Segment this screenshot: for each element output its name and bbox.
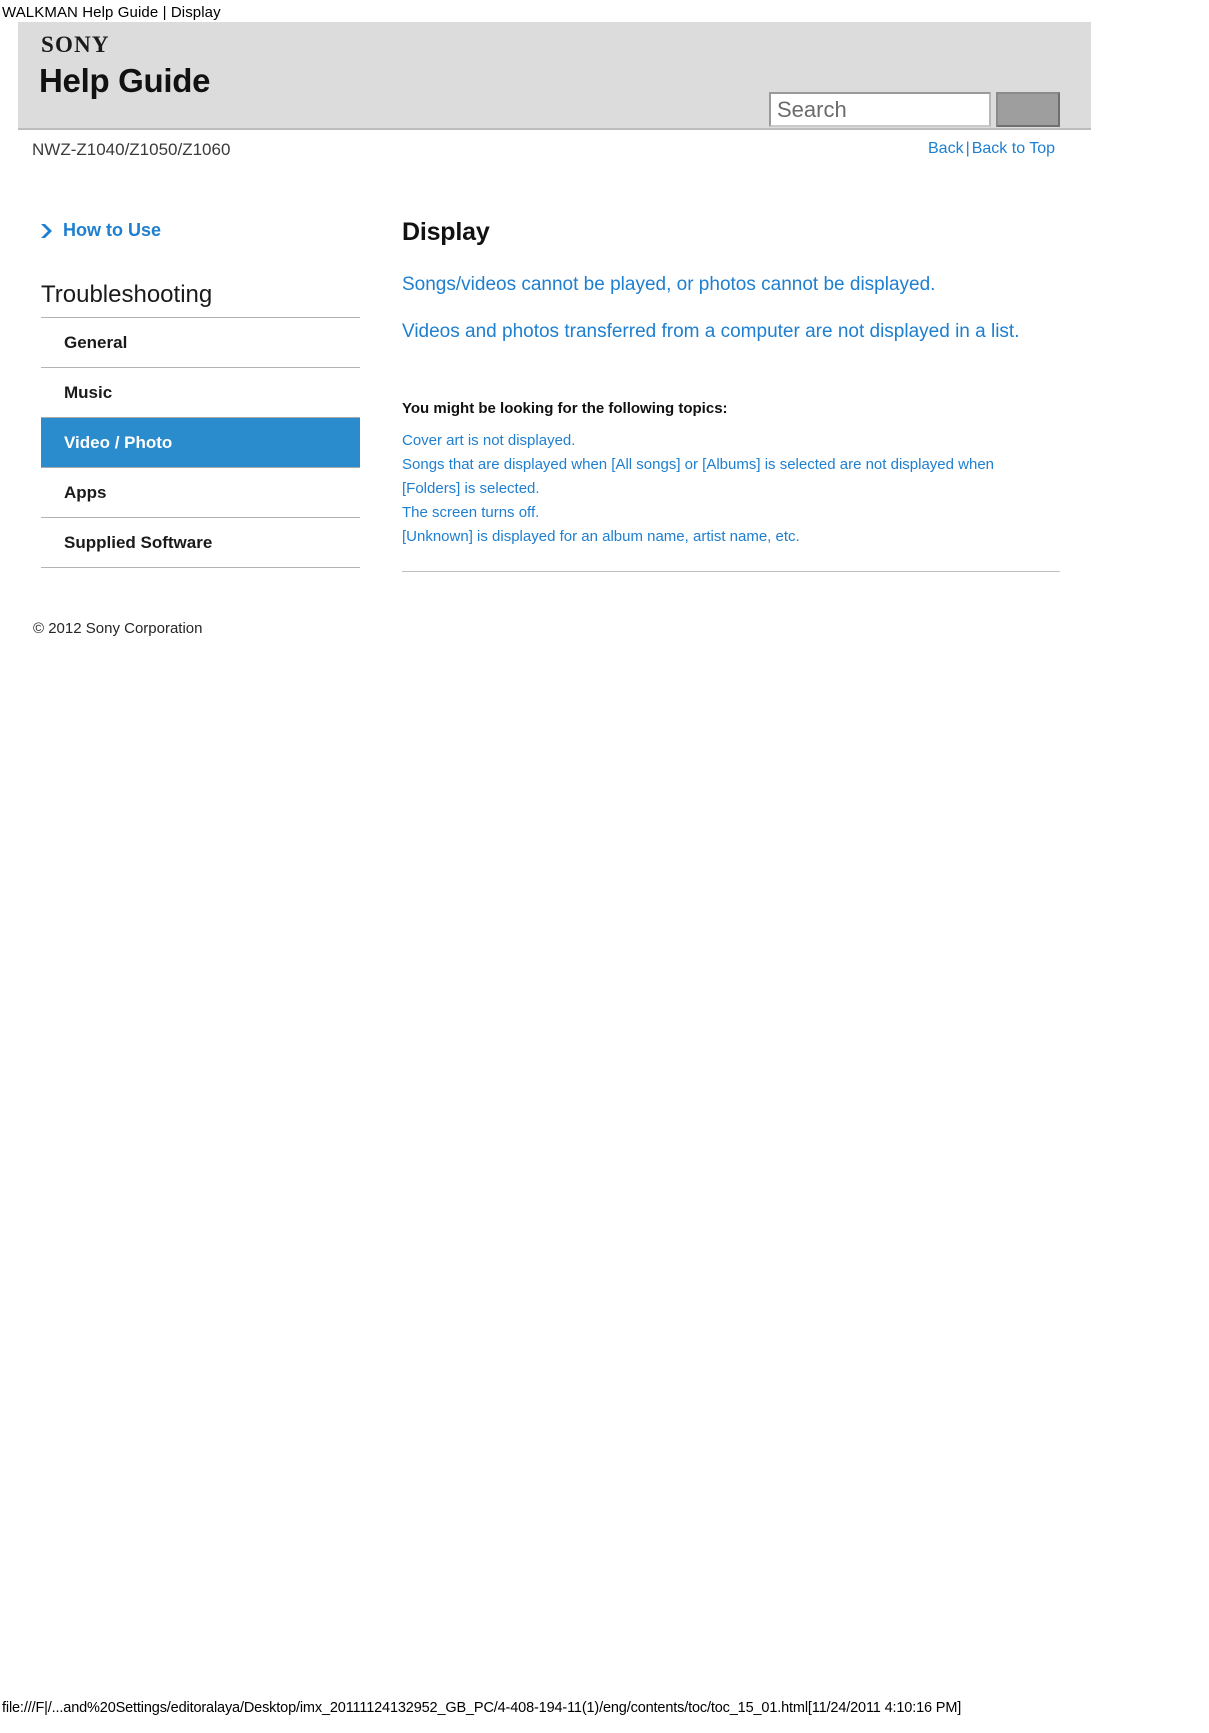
back-link[interactable]: Back <box>928 140 964 157</box>
related-topic-link-1[interactable]: Cover art is not displayed. <box>402 429 1042 453</box>
sidebar-item-music[interactable]: Music <box>41 368 360 418</box>
sidebar-section-title: Troubleshooting <box>41 281 360 318</box>
primary-topic-link-2[interactable]: Videos and photos transferred from a com… <box>402 320 1060 345</box>
search-widget <box>769 92 1060 127</box>
sidebar-item-general[interactable]: General <box>41 318 360 368</box>
search-input[interactable] <box>769 92 991 127</box>
main-content: Display Songs/videos cannot be played, o… <box>402 218 1060 580</box>
sidebar-item-how-to-use-label: How to Use <box>63 220 162 240</box>
sidebar-item-how-to-use[interactable]: How to Use <box>41 220 360 241</box>
content-title: Display <box>402 218 490 246</box>
sony-logo: SONY <box>41 32 110 57</box>
content-divider <box>402 571 1060 573</box>
search-submit-button[interactable] <box>996 92 1060 127</box>
print-header: WALKMAN Help Guide | Display <box>2 4 221 21</box>
related-topic-link-2[interactable]: Songs that are displayed when [All songs… <box>402 453 1042 501</box>
related-topics-heading: You might be looking for the following t… <box>402 400 728 418</box>
page-title: Help Guide <box>39 62 211 99</box>
sidebar-item-supplied-software[interactable]: Supplied Software <box>41 518 360 568</box>
top-navigation: Back | Back to Top <box>928 140 1055 158</box>
masthead: SONY Help Guide <box>18 22 1091 130</box>
model-number: NWZ-Z1040/Z1050/Z1060 <box>32 140 231 159</box>
sidebar-item-apps[interactable]: Apps <box>41 468 360 518</box>
back-to-top-link[interactable]: Back to Top <box>972 140 1055 157</box>
print-footer: file:///F|/...and%20Settings/editoralaya… <box>2 1700 962 1716</box>
sidebar: How to Use Troubleshooting General Music… <box>41 220 360 568</box>
related-topic-link-3[interactable]: The screen turns off. <box>402 501 1042 525</box>
chevron-right-icon <box>41 223 52 238</box>
sidebar-item-video-photo[interactable]: Video / Photo <box>41 417 360 468</box>
copyright-notice: © 2012 Sony Corporation <box>33 620 203 637</box>
nav-separator: | <box>965 140 970 157</box>
related-topic-link-4[interactable]: [Unknown] is displayed for an album name… <box>402 525 1042 549</box>
primary-topic-link-1[interactable]: Songs/videos cannot be played, or photos… <box>402 273 1060 298</box>
